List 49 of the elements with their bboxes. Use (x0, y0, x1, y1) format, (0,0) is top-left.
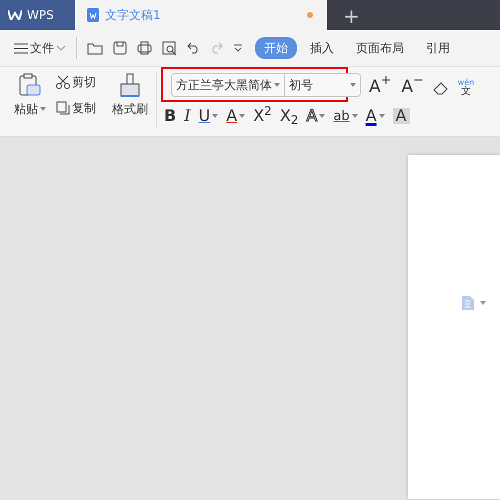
printer-icon[interactable] (137, 41, 152, 55)
caret-icon[interactable] (480, 301, 486, 305)
scissors-icon (56, 75, 70, 89)
eraser-icon[interactable] (432, 80, 449, 94)
file-menu[interactable]: 文件 (14, 39, 66, 57)
new-tab-button[interactable]: + (327, 0, 366, 30)
font-name-field[interactable]: 方正兰亭大黑简体 (171, 72, 285, 96)
format-button[interactable]: A (303, 108, 328, 124)
phonetic-guide-button[interactable]: wén 文 (454, 78, 478, 96)
ribbon-tab[interactable]: 页面布局 (347, 37, 413, 59)
caret-icon[interactable] (239, 114, 246, 118)
ribbon-tab[interactable]: 插入 (301, 37, 343, 59)
format-button[interactable]: B (161, 108, 180, 124)
format-button[interactable]: A (362, 108, 388, 124)
format-button[interactable]: I (181, 108, 194, 124)
caret-icon (274, 82, 280, 86)
brush-icon[interactable] (119, 73, 141, 97)
folder-icon[interactable] (87, 42, 103, 54)
font-size-button[interactable]: A$^{−}$ (398, 79, 427, 96)
caret-icon[interactable] (319, 114, 326, 118)
app-tab[interactable]: WPS (0, 0, 75, 30)
document-icon (87, 8, 99, 22)
format-button[interactable]: A (223, 108, 248, 124)
copy-button[interactable]: 复制 (56, 99, 106, 117)
paste-button[interactable]: 粘贴 (14, 100, 46, 118)
caret-icon (40, 107, 46, 111)
clipboard-icon[interactable] (19, 73, 41, 97)
chevron-icon (56, 45, 66, 51)
caret-icon[interactable] (212, 114, 218, 118)
undo-icon[interactable] (187, 42, 200, 54)
app-name: WPS (27, 7, 54, 24)
wps-logo-icon (8, 10, 22, 20)
format-button[interactable]: U (196, 108, 222, 124)
copy-icon (56, 101, 70, 115)
caret-icon[interactable] (378, 114, 385, 118)
menu-icon (14, 42, 28, 54)
more-icon[interactable] (233, 44, 243, 52)
document-title: 文字文稿1 (105, 7, 161, 24)
format-button[interactable]: ab (330, 110, 361, 122)
caret-icon[interactable] (352, 114, 358, 118)
format-button[interactable]: X$_{2}$ (276, 108, 302, 124)
cut-button[interactable]: 剪切 (56, 73, 106, 91)
format-button[interactable]: X$^{2}$ (250, 108, 275, 124)
font-size-field[interactable]: 初号 (285, 72, 361, 96)
preview-icon[interactable] (162, 40, 177, 56)
save-icon[interactable] (113, 41, 127, 55)
ribbon-tab[interactable]: 引用 (417, 37, 459, 59)
caret-icon (350, 82, 356, 86)
format-painter-button[interactable]: 格式刷 (112, 100, 148, 118)
